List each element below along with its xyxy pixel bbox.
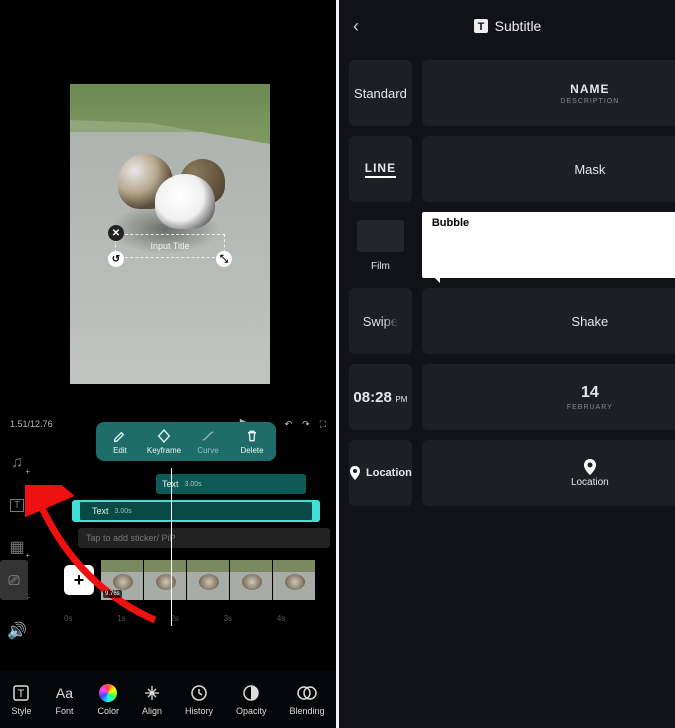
- ctx-curve-button[interactable]: Curve: [186, 426, 230, 457]
- title-overlay-box[interactable]: Input Title ✕ ↺ ⤡: [115, 234, 225, 258]
- add-audio-button[interactable]: ♫+: [6, 452, 28, 474]
- text-track-selected[interactable]: Text 3.00s: [78, 500, 314, 522]
- ctx-edit-button[interactable]: Edit: [98, 426, 142, 457]
- edit-icon: [112, 428, 128, 444]
- svg-text:T: T: [477, 21, 484, 33]
- title-overlay-placeholder: Input Title: [150, 241, 189, 251]
- timeline-tracks: Text 3.00s Text 3.00s: [64, 474, 336, 528]
- subtitle-header: ‹ T Subtitle: [339, 0, 675, 52]
- subtitle-styles-screen: ‹ T Subtitle Standard NAME DESCRIPTION V…: [339, 0, 675, 728]
- svg-text:T: T: [18, 688, 25, 700]
- ctx-keyframe-button[interactable]: Keyframe: [142, 426, 186, 457]
- align-button[interactable]: Align: [142, 683, 162, 716]
- subtitle-style-grid: Standard NAME DESCRIPTION VIDEO TITLE LI…: [339, 52, 675, 514]
- opacity-button[interactable]: Opacity: [236, 683, 267, 716]
- opacity-icon: [241, 683, 261, 703]
- location-pin-icon: [583, 459, 597, 475]
- text-track-1[interactable]: Text 3.00s: [156, 474, 306, 494]
- subtitle-title: Subtitle: [495, 18, 542, 34]
- style-location-1[interactable]: Location: [349, 440, 412, 506]
- history-button[interactable]: History: [185, 683, 213, 716]
- style-standard[interactable]: Standard: [349, 60, 412, 126]
- redo-icon[interactable]: ↷: [302, 419, 310, 430]
- style-film[interactable]: Film: [349, 212, 412, 278]
- style-bubble-1[interactable]: Bubble: [422, 212, 675, 278]
- style-swipe[interactable]: Swipe: [349, 288, 412, 354]
- style-time[interactable]: 08:28 PM: [349, 364, 412, 430]
- blending-icon: [297, 683, 317, 703]
- clip-thumbnail-row: + 9.76s: [64, 560, 336, 600]
- extra-clip-button[interactable]: ⎚: [0, 560, 28, 600]
- add-clip-button[interactable]: +: [64, 565, 94, 595]
- clip-context-menu: Edit Keyframe Curve Delete: [96, 422, 276, 461]
- style-day[interactable]: 14 FEBRUARY: [422, 364, 675, 430]
- style-location-2[interactable]: Location: [422, 440, 675, 506]
- clip-thumbnail[interactable]: [187, 560, 229, 600]
- font-button[interactable]: Aa Font: [54, 683, 74, 716]
- side-track-tools: ♫+ T+ ▦+ ▤+ 🔊: [6, 452, 28, 642]
- sticker-track-hint[interactable]: Tap to add sticker/ PiP: [78, 528, 330, 548]
- fullscreen-icon[interactable]: ⛶: [320, 419, 326, 430]
- clip-thumbnail[interactable]: [144, 560, 186, 600]
- add-sticker-button[interactable]: ▦+: [6, 536, 28, 558]
- style-line[interactable]: LINE: [349, 136, 412, 202]
- style-mask[interactable]: Mask: [422, 136, 675, 202]
- undo-icon[interactable]: ↶: [285, 419, 293, 430]
- history-icon: [189, 683, 209, 703]
- preview-canvas[interactable]: Input Title ✕ ↺ ⤡: [70, 84, 270, 384]
- ctx-delete-button[interactable]: Delete: [230, 426, 274, 457]
- style-button[interactable]: T Style: [11, 683, 31, 716]
- color-icon: [98, 683, 118, 703]
- volume-button[interactable]: 🔊: [6, 620, 28, 642]
- align-icon: [142, 683, 162, 703]
- back-button[interactable]: ‹: [353, 16, 359, 37]
- clip-thumbnail[interactable]: [230, 560, 272, 600]
- add-text-button[interactable]: T+: [6, 494, 28, 516]
- location-pin-icon: [349, 466, 361, 480]
- clip-thumbnail[interactable]: [273, 560, 315, 600]
- playhead[interactable]: [171, 468, 172, 626]
- time-total: 12.76: [30, 419, 53, 429]
- curve-icon: [200, 428, 216, 444]
- time-current: 1.51: [10, 419, 28, 429]
- timeline-ruler: 0s 1s 2s 3s 4s: [64, 614, 330, 630]
- overlay-rotate-handle[interactable]: ↺: [108, 251, 124, 267]
- overlay-close-handle[interactable]: ✕: [108, 225, 124, 241]
- subtitle-header-icon: T: [473, 18, 489, 34]
- overlay-scale-handle[interactable]: ⤡: [216, 251, 232, 267]
- delete-icon: [244, 428, 260, 444]
- video-editor-screen: Input Title ✕ ↺ ⤡ 1.51 / 12.76 ◂ ▶ ▸ ↶ ↷…: [0, 0, 336, 728]
- color-button[interactable]: Color: [97, 683, 119, 716]
- blending-button[interactable]: Blending: [289, 683, 324, 716]
- font-icon: Aa: [54, 683, 74, 703]
- keyframe-icon: [156, 428, 172, 444]
- style-name[interactable]: NAME DESCRIPTION: [422, 60, 675, 126]
- style-icon: T: [11, 683, 31, 703]
- bottom-toolbar: T Style Aa Font Color Align History Opac…: [0, 670, 336, 728]
- style-shake[interactable]: Shake: [422, 288, 675, 354]
- clip-thumbnail[interactable]: 9.76s: [101, 560, 143, 600]
